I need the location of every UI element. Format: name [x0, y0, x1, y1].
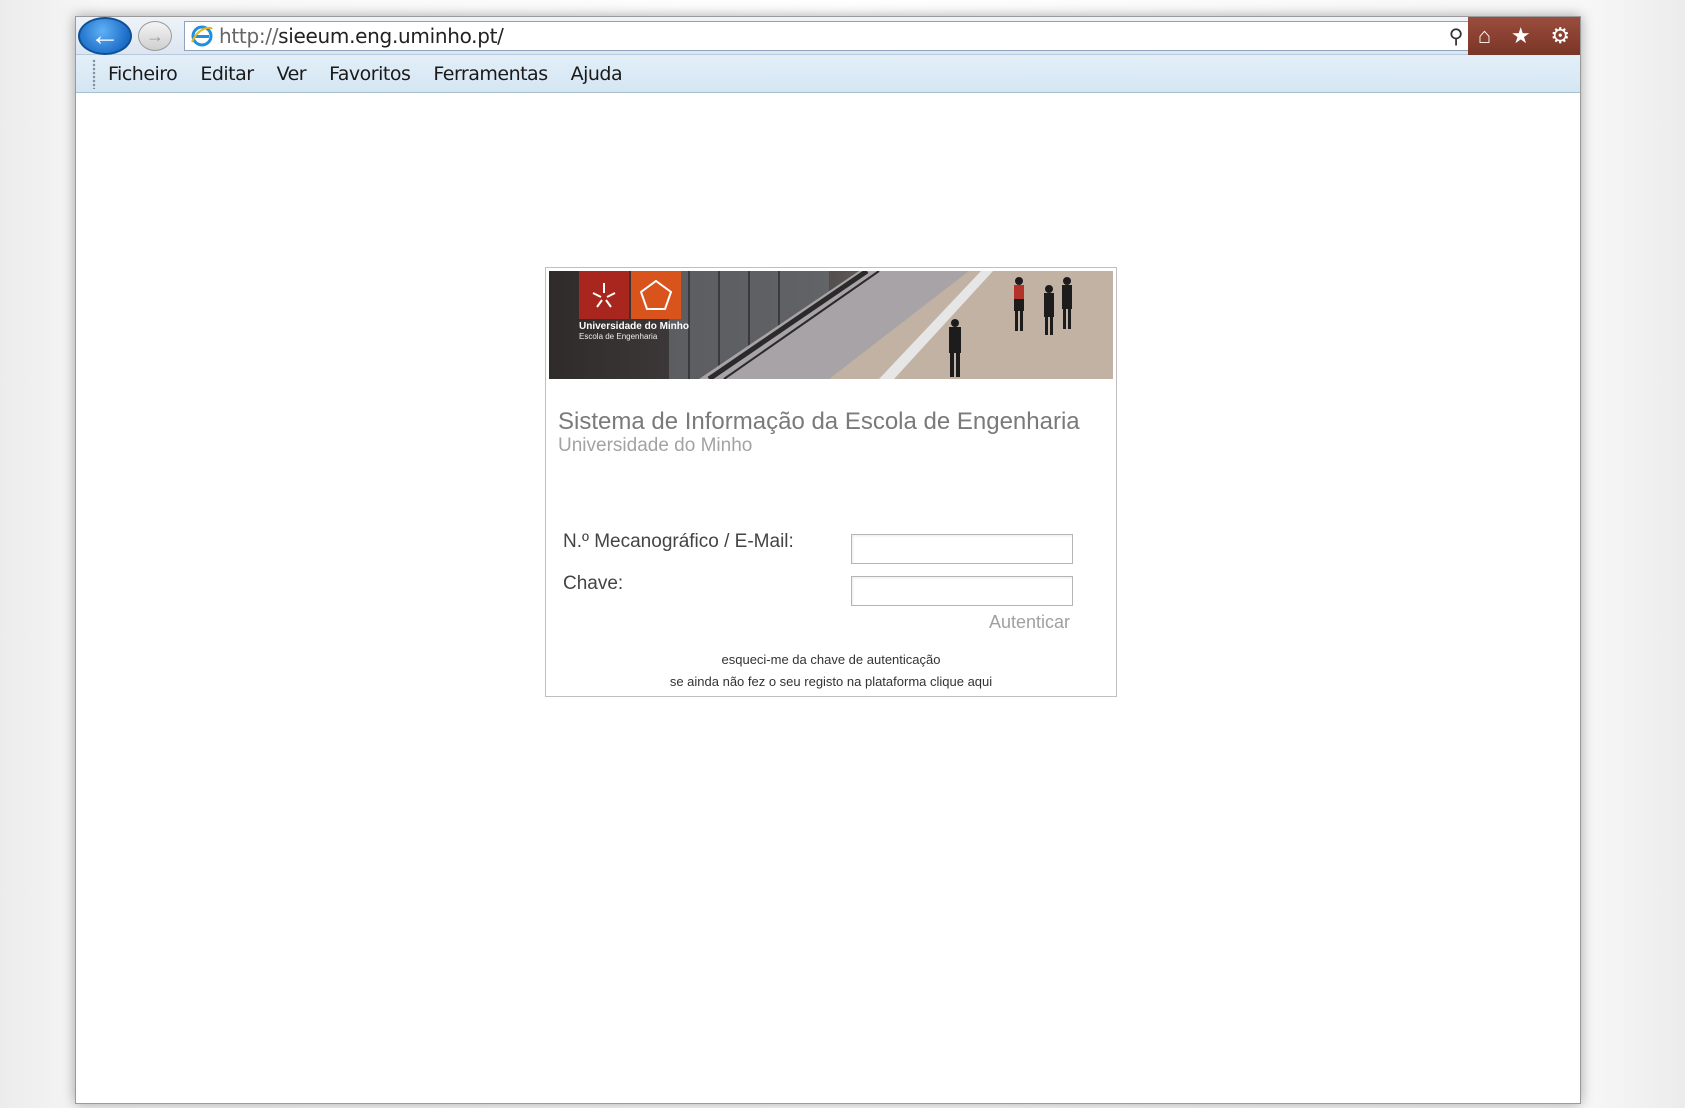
menu-bar: Ficheiro Editar Ver Favoritos Ferramenta…: [76, 55, 1580, 93]
menu-editar[interactable]: Editar: [200, 63, 254, 85]
back-button[interactable]: ←: [78, 17, 132, 55]
login-panel: Universidade do Minho Escola de Engenhar…: [545, 267, 1117, 697]
browser-toolbar-right: ⌂ ★ ⚙: [1468, 17, 1580, 55]
url-host: sieeum.eng.uminho.pt/: [278, 24, 504, 48]
arrow-left-icon: ←: [90, 19, 120, 52]
url-protocol: http://: [219, 24, 279, 48]
star-icon[interactable]: ★: [1511, 23, 1531, 49]
menu-ver[interactable]: Ver: [277, 63, 307, 85]
address-bar[interactable]: http://sieeum.eng.uminho.pt/ ⚲ ▾ ↻ ✕: [184, 21, 1534, 51]
page-content: Universidade do Minho Escola de Engenhar…: [76, 94, 1580, 1103]
menu-ajuda[interactable]: Ajuda: [571, 63, 623, 85]
logo-text-line1: Universidade do Minho: [579, 321, 690, 332]
address-bar-row: ← → http://sieeum.eng.uminho.pt/ ⚲ ▾ ↻ ✕: [76, 17, 1580, 55]
user-input[interactable]: [851, 534, 1073, 564]
menu-ficheiro[interactable]: Ficheiro: [108, 63, 178, 85]
register-link[interactable]: se ainda não fez o seu registo na plataf…: [546, 674, 1116, 689]
browser-window: ← → http://sieeum.eng.uminho.pt/ ⚲ ▾ ↻ ✕: [75, 16, 1581, 1104]
logo-text-line2: Escola de Engenharia: [579, 332, 658, 341]
page-subtitle: Universidade do Minho: [558, 435, 753, 456]
gear-icon[interactable]: ⚙: [1550, 23, 1570, 49]
authenticate-button[interactable]: Autenticar: [989, 612, 1070, 633]
menu-ferramentas[interactable]: Ferramentas: [433, 63, 548, 85]
url-text[interactable]: http://sieeum.eng.uminho.pt/: [219, 24, 504, 48]
search-icon[interactable]: ⚲: [1449, 24, 1464, 49]
password-input[interactable]: [851, 576, 1073, 606]
ie-favicon-icon: [189, 23, 215, 49]
password-label: Chave:: [563, 573, 624, 594]
forgot-password-link[interactable]: esqueci-me da chave de autenticação: [546, 652, 1116, 667]
arrow-right-icon: →: [146, 25, 164, 46]
menu-favoritos[interactable]: Favoritos: [329, 63, 411, 85]
header-banner-image: Universidade do Minho Escola de Engenhar…: [549, 271, 1113, 379]
home-icon[interactable]: ⌂: [1478, 23, 1491, 49]
user-label: N.º Mecanográfico / E-Mail:: [563, 531, 794, 552]
toolbar-grip[interactable]: [92, 58, 96, 89]
forward-button[interactable]: →: [138, 21, 172, 51]
page-title: Sistema de Informação da Escola de Engen…: [558, 408, 1080, 435]
